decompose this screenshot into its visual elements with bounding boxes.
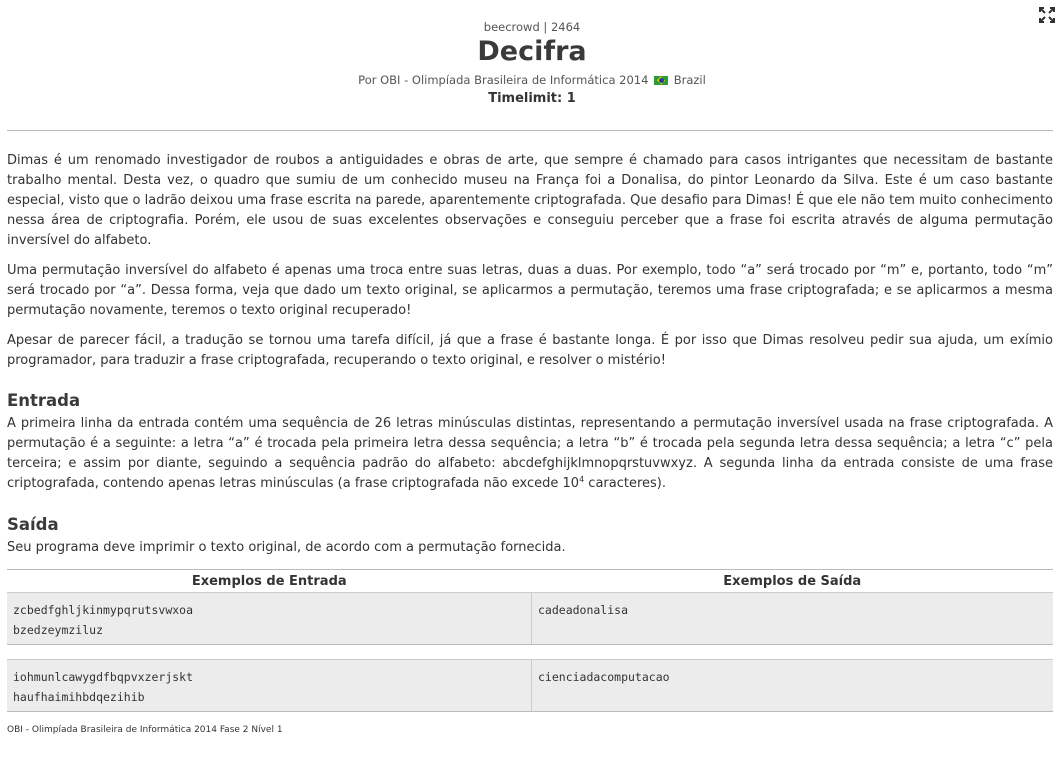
examples-output-header: Exemplos de Saída — [531, 569, 1053, 593]
example-input-cell[interactable]: iohmunlcawygdfbqpvxzerjskt haufhaimihbdq… — [7, 659, 532, 712]
example-output-cell[interactable]: cadeadonalisa — [531, 592, 1053, 645]
example-output-line: cadeadonalisa — [538, 603, 629, 617]
example-input-cell[interactable]: zcbedfghljkinmypqrutsvwxoa bzedzeymziluz — [7, 592, 532, 645]
examples-input-header: Exemplos de Entrada — [7, 569, 532, 593]
example-output-line: cienciadacomputacao — [538, 670, 670, 684]
footer-source: OBI - Olimpíada Brasileira de Informátic… — [7, 725, 283, 735]
output-description: Seu programa deve imprimir o texto origi… — [7, 540, 566, 555]
problem-content: Dimas é um renomado investigador de roub… — [7, 151, 1053, 568]
author-label: Por OBI - Olimpíada Brasileira de Inform… — [358, 73, 649, 87]
example-input-line: bzedzeymziluz — [13, 623, 104, 637]
problem-author: Por OBI - Olimpíada Brasileira de Inform… — [0, 73, 1064, 87]
examples-table-2: iohmunlcawygdfbqpvxzerjskt haufhaimihbdq… — [7, 659, 1053, 712]
output-heading: Saída — [7, 515, 59, 534]
description-paragraph-2: Uma permutação inversível do alfabeto é … — [7, 263, 1053, 318]
example-input-line: haufhaimihbdqezihib — [13, 690, 145, 704]
example-row: iohmunlcawygdfbqpvxzerjskt haufhaimihbdq… — [7, 659, 1053, 712]
example-input-line: zcbedfghljkinmypqrutsvwxoa — [13, 603, 194, 617]
input-text: A primeira linha da entrada contém uma s… — [7, 416, 1053, 491]
input-heading: Entrada — [7, 391, 81, 410]
timelimit: Timelimit: 1 — [488, 91, 576, 106]
brazil-flag-icon — [654, 76, 669, 85]
examples-header-row: Exemplos de Entrada Exemplos de Saída — [7, 569, 1053, 593]
examples-table: Exemplos de Entrada Exemplos de Saída zc… — [7, 569, 1053, 645]
input-description: A primeira linha da entrada contém uma s… — [7, 414, 1053, 494]
page-title: Decifra — [477, 36, 587, 67]
example-row: zcbedfghljkinmypqrutsvwxoa bzedzeymziluz… — [7, 592, 1053, 645]
input-text-end: caracteres). — [584, 476, 667, 491]
description-paragraph-1: Dimas é um renomado investigador de roub… — [7, 153, 1053, 248]
country-label: Brazil — [673, 73, 706, 87]
example-output-cell[interactable]: cienciadacomputacao — [531, 659, 1053, 712]
description-paragraph-3: Apesar de parecer fácil, a tradução se t… — [7, 333, 1053, 368]
header-divider — [7, 130, 1053, 131]
problem-source: beecrowd | 2464 — [483, 20, 581, 34]
problem-header: beecrowd | 2464 Decifra Por OBI - Olimpí… — [0, 0, 1064, 107]
expand-icon[interactable] — [1039, 7, 1055, 23]
example-input-line: iohmunlcawygdfbqpvxzerjskt — [13, 670, 194, 684]
